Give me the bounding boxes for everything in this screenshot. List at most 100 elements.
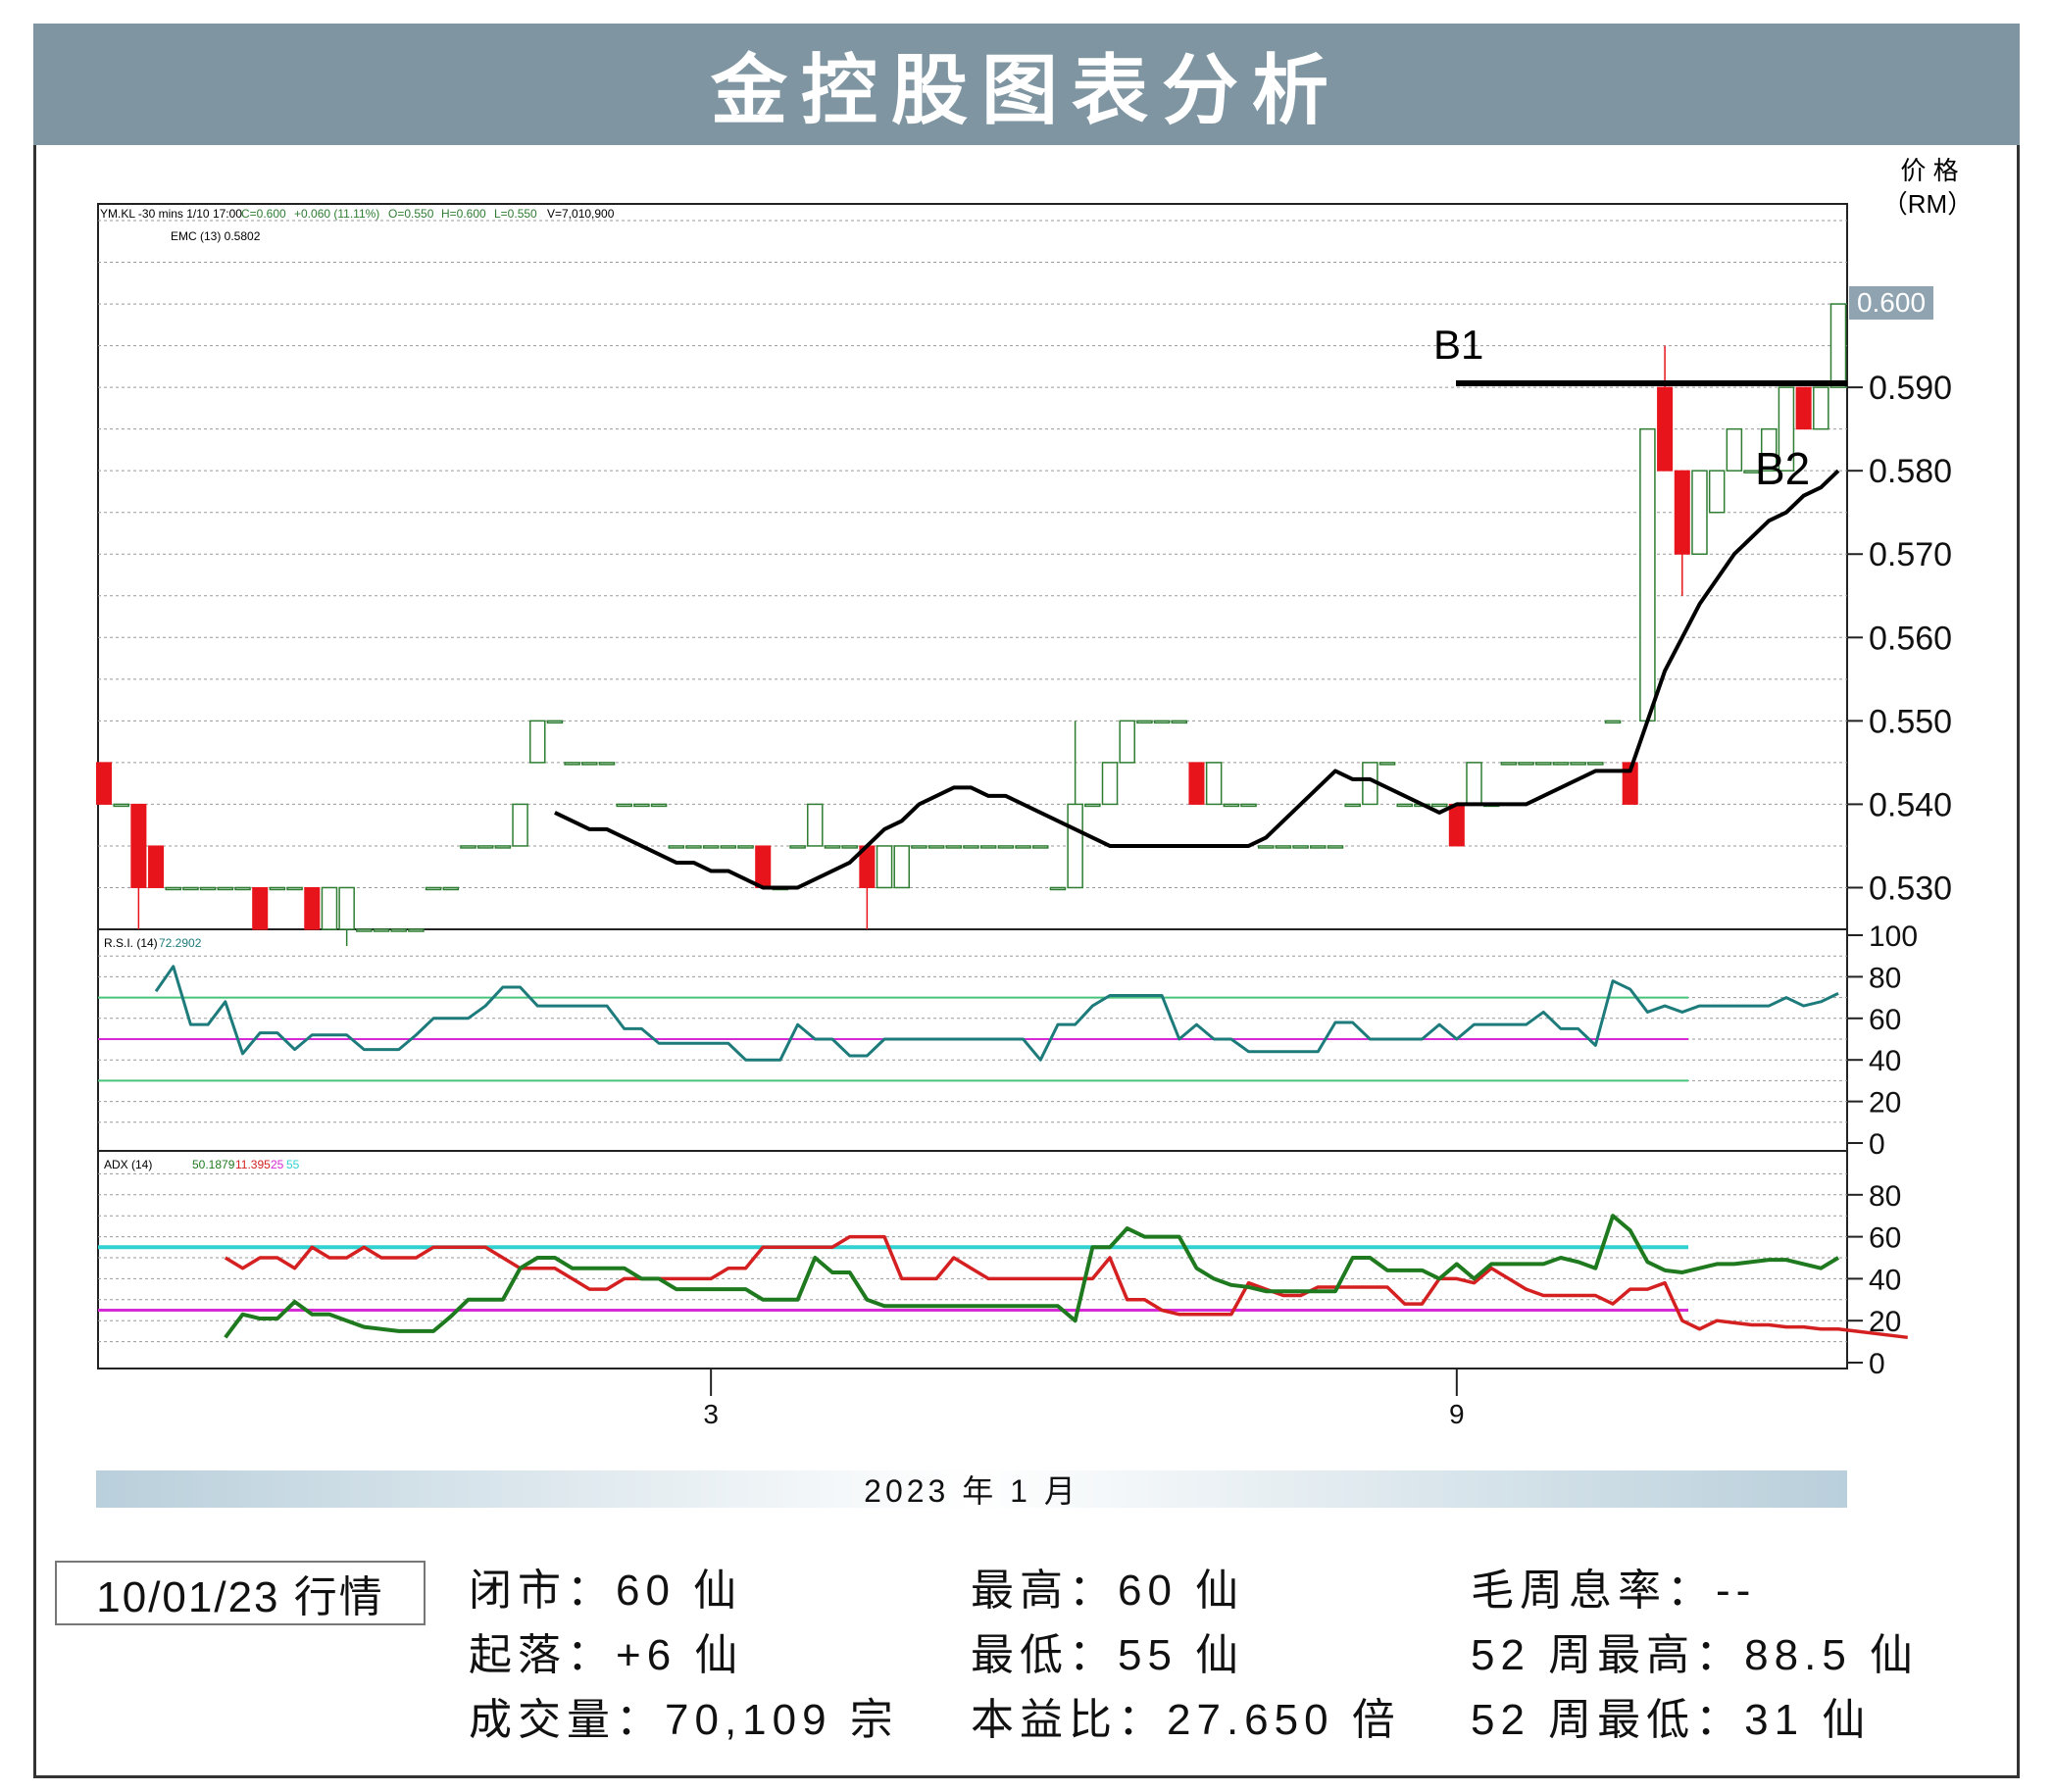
rsi-tick-label: 100 <box>1869 921 1918 953</box>
candle-body <box>1829 303 1847 388</box>
candle-body <box>1292 845 1309 849</box>
candle-body <box>1604 720 1622 724</box>
price-tag: 0.600 <box>1857 287 1926 318</box>
candle-body <box>1570 762 1586 766</box>
candle-body <box>927 845 945 849</box>
adx-tick-label: 20 <box>1869 1306 1901 1338</box>
adx-panel <box>97 1150 1848 1369</box>
volume-header: V=7,010,900 <box>547 207 615 221</box>
candle-body <box>564 762 580 766</box>
candle-body <box>1378 762 1396 766</box>
price-axis-unit: （RM） <box>1882 189 1973 219</box>
candle-body <box>807 803 824 847</box>
candle-body <box>373 928 390 932</box>
candle-body <box>425 886 442 891</box>
candle-body <box>546 720 564 724</box>
candle-body <box>1691 470 1708 555</box>
rsi-value: 72.2902 <box>159 936 202 950</box>
x-tick-label: 9 <box>1449 1399 1465 1429</box>
x-tick-label: 3 <box>703 1399 719 1429</box>
chart-canvas: 0.530 0.540 0.550 0.560 0.570 0.580 0.590 100 80… <box>95 156 1973 1429</box>
adx-tick-label: 40 <box>1869 1264 1901 1296</box>
candle-body <box>1031 845 1049 849</box>
candle-body <box>789 845 806 849</box>
adx-tick-label: 80 <box>1869 1180 1901 1213</box>
candle-body <box>1171 720 1188 724</box>
candle-body <box>911 845 927 849</box>
candle-body <box>1587 762 1604 766</box>
low-header: L=0.550 <box>494 207 537 221</box>
date-label: 10/01/23 行情 <box>96 1573 384 1621</box>
rsi-tick-label: 60 <box>1869 1004 1901 1036</box>
candle-body <box>1344 803 1361 808</box>
candle-body <box>979 845 997 849</box>
change-header: +0.060 (11.11%) <box>294 207 379 221</box>
candle-body <box>668 845 685 849</box>
period-label: 2023 年 1 月 <box>864 1473 1079 1509</box>
candle-body <box>113 803 129 808</box>
candle-body <box>1223 803 1240 808</box>
stat-pe: 本益比：27.650 倍 <box>971 1696 1401 1744</box>
candle-body <box>685 845 702 849</box>
price-panel <box>97 203 1848 930</box>
candle-body <box>1084 803 1101 808</box>
candle-body <box>963 845 979 849</box>
rsi-tick-label: 0 <box>1869 1128 1885 1161</box>
candle-body <box>338 886 355 930</box>
candle-body <box>824 845 841 849</box>
candle-body <box>1153 720 1171 724</box>
candle-body <box>1205 762 1223 806</box>
adx-value-3: 25 <box>271 1158 284 1171</box>
candle-body <box>945 845 963 849</box>
price-tick-label: 0.570 <box>1869 536 1952 573</box>
rsi-tick-label: 20 <box>1869 1087 1901 1120</box>
candle-body <box>512 803 528 847</box>
candle-body <box>460 845 476 849</box>
candle-body <box>408 928 425 932</box>
stat-close: 闭市：60 仙 <box>469 1567 743 1615</box>
candle-body <box>1726 427 1743 472</box>
candle-body <box>286 886 303 891</box>
candle-body <box>581 762 598 766</box>
price-tick-label: 0.530 <box>1869 870 1952 907</box>
candle-body <box>841 845 858 849</box>
candle-body <box>148 845 165 888</box>
ema-header: EMC (13) 0.5802 <box>171 229 261 243</box>
stat-low: 最低：55 仙 <box>971 1631 1245 1679</box>
rsi-tick-label: 40 <box>1869 1045 1901 1077</box>
candle-body <box>1430 803 1448 808</box>
annotation-b1: B1 <box>1433 322 1483 368</box>
candle-body <box>442 886 460 891</box>
candle-body <box>1639 427 1656 722</box>
stat-change: 起落：+6 仙 <box>469 1631 744 1679</box>
candle-body <box>1188 762 1205 805</box>
price-axis-label: 价 格 <box>1900 156 1958 185</box>
price-tick-label: 0.560 <box>1869 620 1952 657</box>
candle-body <box>234 886 251 891</box>
candle-body <box>616 803 632 808</box>
candle-body <box>1240 803 1257 808</box>
candle-body <box>737 845 754 849</box>
candle-body <box>1275 845 1292 849</box>
candle-body <box>1535 762 1552 766</box>
candle-body <box>95 762 113 805</box>
rsi-header: R.S.I. (14) <box>104 936 158 950</box>
candle-body <box>598 762 616 766</box>
candle-body <box>269 886 286 891</box>
stat-volume: 成交量：70,109 宗 <box>469 1696 899 1744</box>
candle-body <box>494 845 512 849</box>
candle-body <box>1448 803 1465 847</box>
candle-body <box>650 803 668 808</box>
candle-body <box>1049 886 1067 891</box>
adx-tick-label: 0 <box>1869 1348 1885 1380</box>
annotation-b2: B2 <box>1755 443 1810 494</box>
adx-value-2: 11.395 <box>235 1158 271 1171</box>
candle-body <box>1552 762 1570 766</box>
candle-body <box>165 886 182 891</box>
candle-body <box>1310 845 1327 849</box>
candle-body <box>720 845 737 849</box>
candle-body <box>633 803 650 808</box>
candle-body <box>1396 803 1414 808</box>
price-tick-label: 0.590 <box>1869 370 1952 407</box>
open-header: O=0.550 <box>388 207 434 221</box>
